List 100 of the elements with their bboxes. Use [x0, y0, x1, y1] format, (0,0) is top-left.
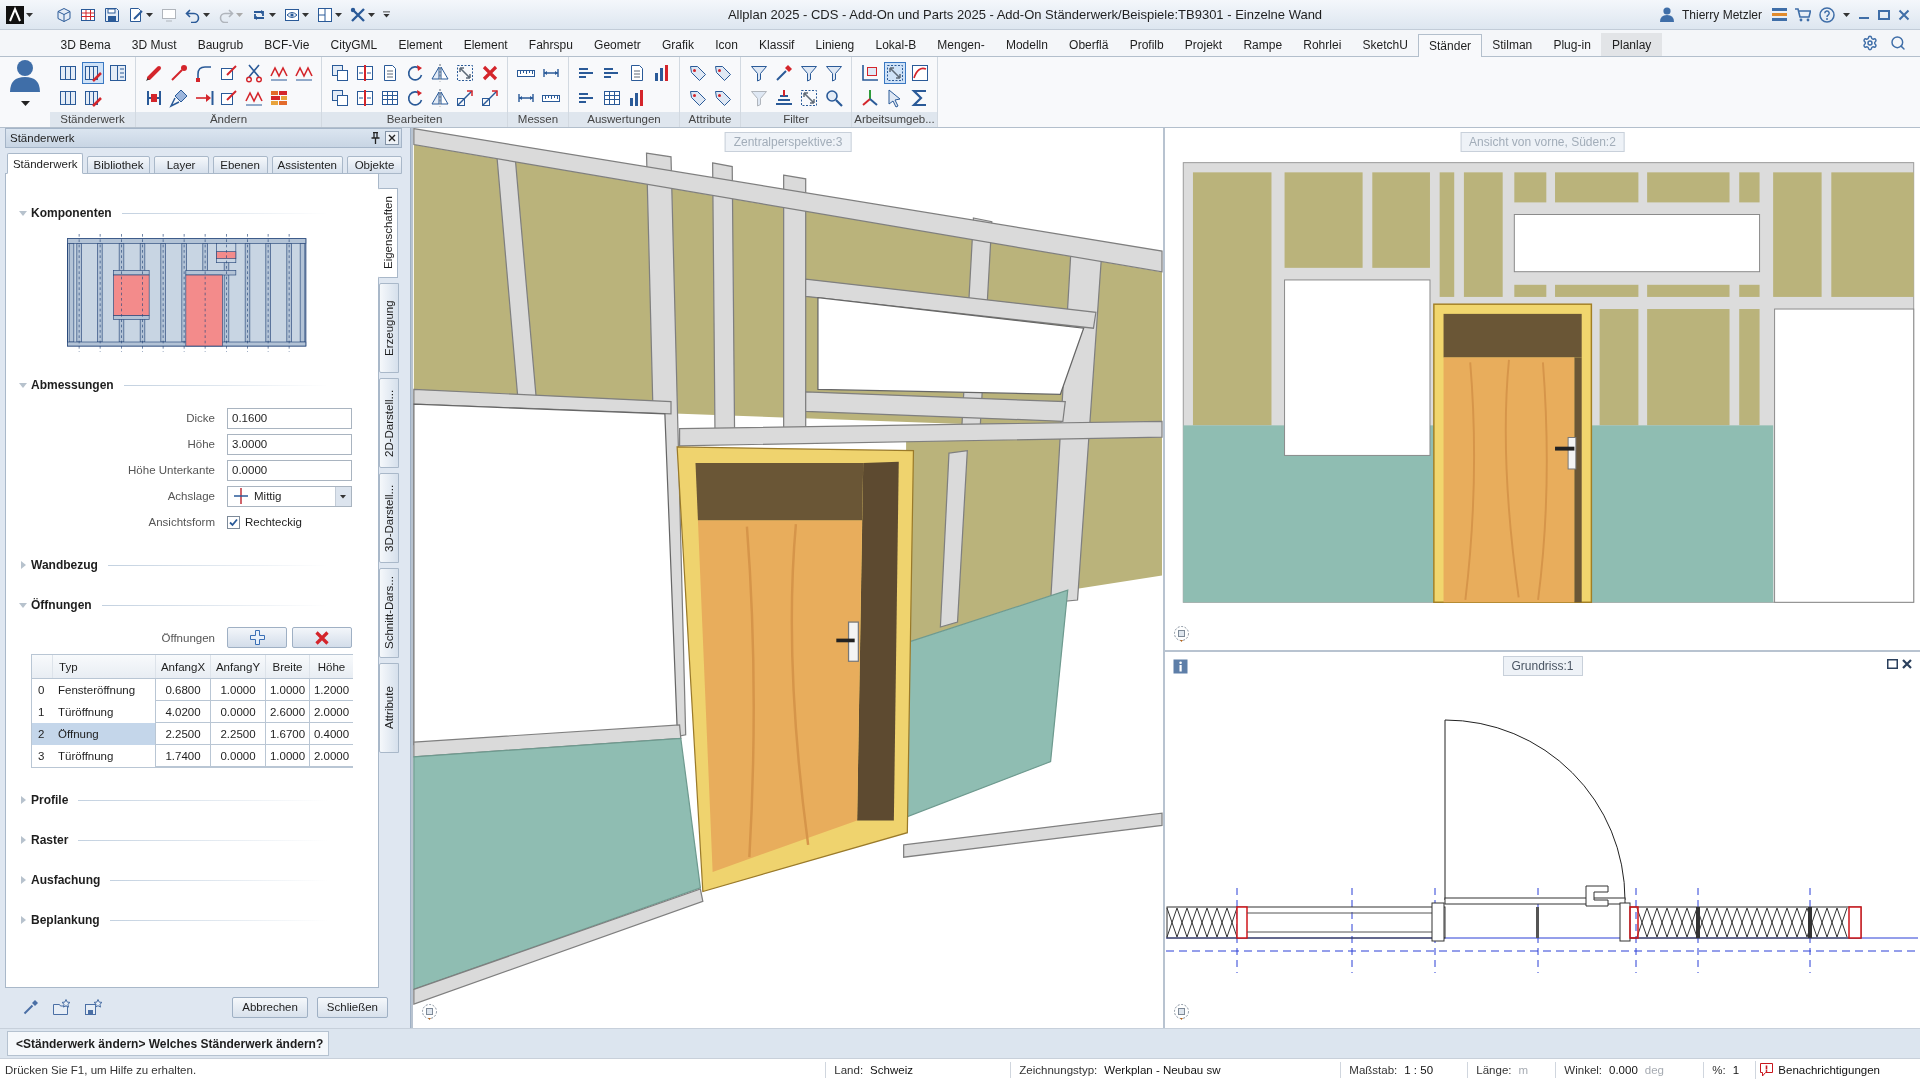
- table-cell[interactable]: Öffnung: [52, 723, 155, 745]
- notifications-button[interactable]: Benachrichtigungen: [1755, 1060, 1884, 1079]
- close-icon[interactable]: [1902, 659, 1912, 669]
- table-cell[interactable]: 0.0000: [210, 745, 265, 767]
- ribbon-tab[interactable]: Oberflä: [1058, 33, 1120, 56]
- ribbon-tab[interactable]: 3D Must: [121, 33, 188, 56]
- user-name[interactable]: Thierry Metzler: [1682, 7, 1762, 22]
- ribbon-tab[interactable]: Modelln: [995, 33, 1059, 56]
- close-icon[interactable]: [385, 131, 399, 145]
- ribbon-tab[interactable]: Baugrub: [187, 33, 254, 56]
- ribbon-tab[interactable]: Profilb: [1119, 33, 1175, 56]
- side-tab[interactable]: Attribute: [379, 663, 399, 753]
- split-window-icon[interactable]: [317, 6, 333, 23]
- column-header[interactable]: Breite: [265, 655, 309, 678]
- caret-icon[interactable]: [20, 101, 30, 106]
- navigation-cube-icon[interactable]: [421, 1003, 438, 1020]
- table-cell[interactable]: 1.6700: [265, 723, 309, 745]
- dialog-button[interactable]: Abbrechen: [232, 996, 308, 1018]
- table-cell[interactable]: 4.0200: [155, 701, 210, 723]
- resize-icon[interactable]: [883, 61, 906, 84]
- document-edit-icon[interactable]: [128, 6, 144, 23]
- ribbon-tab[interactable]: 3D Bema: [50, 33, 122, 56]
- table-cell[interactable]: 0.0000: [210, 701, 265, 723]
- navigation-cube-icon[interactable]: [1173, 1003, 1190, 1020]
- caret-icon[interactable]: [335, 486, 351, 506]
- ribbon-tab[interactable]: Plug-in: [1542, 33, 1602, 56]
- side-tab[interactable]: Schnitt-Dars...: [379, 568, 399, 658]
- side-tab[interactable]: Eigenschaften: [378, 188, 398, 278]
- user-icon[interactable]: [1660, 7, 1674, 22]
- ribbon-tab[interactable]: SketchU: [1351, 33, 1419, 56]
- input-field[interactable]: 0.0000: [227, 459, 352, 481]
- info-icon[interactable]: [1173, 659, 1188, 674]
- caret-icon[interactable]: [368, 12, 375, 17]
- cube-icon[interactable]: [56, 6, 72, 23]
- input-field[interactable]: 3.0000: [227, 433, 352, 455]
- ribbon-tab[interactable]: CityGML: [319, 33, 388, 56]
- save-icon[interactable]: [104, 6, 120, 23]
- tab[interactable]: Assistenten: [271, 156, 343, 174]
- section-title[interactable]: Komponenten: [31, 206, 112, 220]
- ribbon-tab[interactable]: Grafik: [651, 33, 705, 56]
- ribbon-tab[interactable]: Ständer: [1418, 34, 1482, 57]
- tab[interactable]: Objekte: [347, 156, 402, 174]
- ribbon-tab[interactable]: Element: [453, 33, 519, 56]
- table-cell[interactable]: 1.2000: [309, 679, 353, 701]
- section-title[interactable]: Abmessungen: [31, 378, 114, 392]
- ribbon-tab[interactable]: Geometr: [583, 33, 652, 56]
- tab[interactable]: Layer: [153, 156, 209, 174]
- help-icon[interactable]: [1819, 6, 1835, 23]
- caret-icon[interactable]: [1843, 12, 1850, 17]
- navigation-cube-icon[interactable]: [1173, 625, 1190, 642]
- column-header[interactable]: Typ: [52, 655, 155, 678]
- table-cell[interactable]: 0.6800: [155, 679, 210, 701]
- column-header[interactable]: Höhe: [309, 655, 353, 678]
- tools-icon[interactable]: [350, 6, 366, 23]
- caret-icon[interactable]: [203, 12, 210, 17]
- table-cell[interactable]: 2.0000: [309, 701, 353, 723]
- save-star-icon[interactable]: [85, 999, 103, 1015]
- ribbon-tab[interactable]: Klassif: [748, 33, 805, 56]
- logo-icon[interactable]: [6, 5, 24, 24]
- table-cell[interactable]: 1.0000: [210, 679, 265, 701]
- table-cell[interactable]: 1.0000: [265, 745, 309, 767]
- pipette-icon[interactable]: [23, 999, 39, 1015]
- table-cell[interactable]: 2.2500: [155, 723, 210, 745]
- ribbon-tab[interactable]: Linieng: [804, 33, 865, 56]
- caret-icon[interactable]: [26, 12, 33, 17]
- tab[interactable]: Bibliothek: [87, 156, 150, 174]
- ribbon-tab[interactable]: Element: [387, 33, 454, 56]
- table-cell[interactable]: 2.2500: [210, 723, 265, 745]
- column-header[interactable]: AnfangX: [155, 655, 210, 678]
- eye-icon[interactable]: [284, 6, 300, 23]
- maximize-icon[interactable]: [1887, 659, 1898, 669]
- ribbon-tab[interactable]: Stilman: [1481, 33, 1543, 56]
- wall-edit-icon[interactable]: [81, 61, 104, 84]
- side-tab[interactable]: 3D-Darstell...: [379, 473, 399, 563]
- folder-star-icon[interactable]: [53, 999, 71, 1015]
- table-cell[interactable]: 0.4000: [309, 723, 353, 745]
- dropdown-field[interactable]: Mittig: [227, 485, 352, 507]
- tab[interactable]: Ständerwerk: [7, 153, 84, 174]
- ribbon-tab[interactable]: Mengen-: [926, 33, 996, 56]
- section-title[interactable]: Raster: [31, 833, 69, 847]
- input-field[interactable]: 0.1600: [227, 407, 352, 429]
- cart-icon[interactable]: [1795, 7, 1811, 22]
- ribbon-tab[interactable]: Lokal-B: [864, 33, 927, 56]
- viewport-label[interactable]: Grundriss:1: [1502, 656, 1583, 676]
- checkbox[interactable]: [227, 515, 240, 529]
- section-title[interactable]: Öffnungen: [31, 598, 92, 612]
- search-icon[interactable]: [1890, 35, 1906, 51]
- table-icon[interactable]: [80, 6, 96, 23]
- ribbon-tab[interactable]: Icon: [704, 33, 749, 56]
- table-cell[interactable]: 1.0000: [265, 679, 309, 701]
- table-cell[interactable]: 1.7400: [155, 745, 210, 767]
- customize-caret-icon[interactable]: [383, 11, 390, 18]
- settings-icon[interactable]: [1862, 35, 1878, 51]
- row-number[interactable]: 2: [32, 723, 52, 745]
- user-avatar-icon[interactable]: [8, 58, 42, 92]
- ribbon-tab[interactable]: Fahrspu: [518, 33, 584, 56]
- table-cell[interactable]: 2.6000: [265, 701, 309, 723]
- section-title[interactable]: Wandbezug: [31, 558, 98, 572]
- column-header[interactable]: AnfangY: [210, 655, 265, 678]
- table-cell[interactable]: 2.0000: [309, 745, 353, 767]
